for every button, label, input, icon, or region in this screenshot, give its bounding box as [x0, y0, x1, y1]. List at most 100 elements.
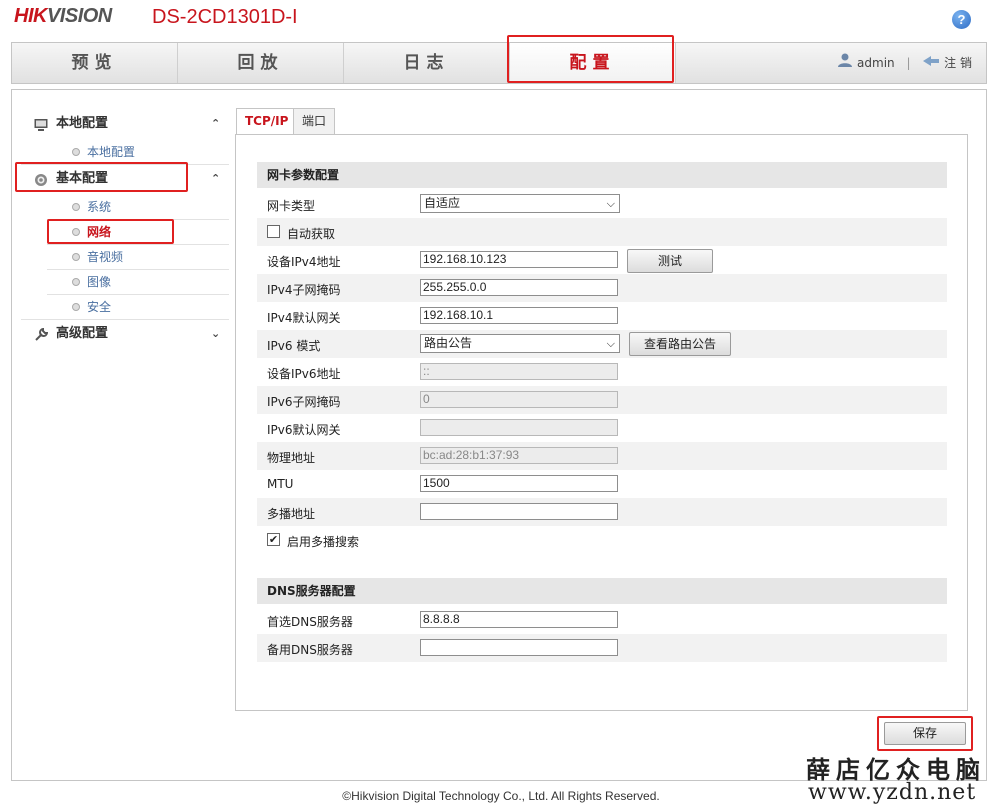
- user-icon: [837, 44, 853, 84]
- chevron-up-icon: ⌃: [211, 117, 221, 130]
- dhcp-checkbox[interactable]: [267, 225, 280, 238]
- user-area: admin | 注 销: [837, 43, 972, 84]
- logout-icon[interactable]: [922, 44, 940, 84]
- field-label: 网卡类型: [267, 199, 316, 213]
- field-label: 多播地址: [267, 507, 316, 521]
- chevron-up-icon: ⌃: [211, 172, 221, 185]
- row-ipv6-mode: IPv6 模式 路由公告 ⌵ 查看路由公告: [257, 330, 947, 358]
- row-mac: 物理地址 bc:ad:28:b1:37:93: [257, 442, 947, 470]
- sidebar-group-local[interactable]: 本地配置 ⌃: [21, 112, 229, 136]
- field-label: 自动获取: [287, 227, 336, 241]
- device-model: DS-2CD1301D-I: [152, 6, 298, 28]
- bullet-icon: [72, 203, 80, 211]
- field-label: 首选DNS服务器: [267, 615, 353, 629]
- username: admin: [857, 56, 895, 70]
- sidebar-item-image[interactable]: 图像: [47, 270, 229, 294]
- bullet-icon: [72, 148, 80, 156]
- user-separator: |: [906, 56, 911, 70]
- nav-tab-playback[interactable]: 回放: [178, 43, 344, 83]
- bullet-icon: [72, 253, 80, 261]
- field-label: IPv6默认网关: [267, 423, 341, 437]
- sidebar-item-local-config[interactable]: 本地配置: [47, 140, 229, 164]
- field-label: IPv4子网掩码: [267, 283, 341, 297]
- highlight-save-button: [877, 716, 973, 751]
- sidebar-group-advanced[interactable]: 高级配置 ⌄: [21, 322, 229, 346]
- tab-tcpip[interactable]: TCP/IP: [236, 108, 298, 135]
- chevron-down-icon: ⌄: [211, 327, 221, 340]
- sidebar-divider: [21, 319, 229, 320]
- dns-primary-input[interactable]: 8.8.8.8: [420, 611, 618, 628]
- wrench-icon: [34, 327, 49, 341]
- row-mtu: MTU 1500: [257, 470, 947, 498]
- brand-logo-hik: HIK: [14, 5, 47, 27]
- bullet-icon: [72, 303, 80, 311]
- field-label: 设备IPv6地址: [267, 367, 341, 381]
- field-label: IPv6 模式: [267, 339, 321, 353]
- monitor-icon: [34, 117, 48, 131]
- field-label: 备用DNS服务器: [267, 643, 353, 657]
- highlight-network-item: [47, 219, 174, 244]
- sidebar-item-label: 本地配置: [87, 145, 136, 159]
- nav-tab-log[interactable]: 日志: [344, 43, 510, 83]
- logout-link[interactable]: 注 销: [944, 56, 972, 70]
- ipv6-gateway-input: [420, 419, 618, 436]
- highlight-basic-config: [15, 162, 188, 192]
- ipv4-gateway-input[interactable]: 192.168.10.1: [420, 307, 618, 324]
- row-multicast-search: ✔ 启用多播搜索: [257, 526, 947, 554]
- brand-logo-vision: VISION: [46, 5, 112, 27]
- sidebar-group-label: 高级配置: [56, 326, 109, 341]
- mtu-input[interactable]: 1500: [420, 475, 618, 492]
- help-icon[interactable]: ?: [952, 10, 971, 29]
- row-dhcp: 自动获取: [257, 218, 947, 246]
- ipv6-mode-select[interactable]: 路由公告 ⌵: [420, 334, 620, 353]
- sidebar-item-system[interactable]: 系统: [47, 195, 229, 219]
- ipv6-address-input: ::: [420, 363, 618, 380]
- field-label: 启用多播搜索: [287, 535, 360, 549]
- field-label: MTU: [267, 477, 294, 491]
- sidebar-item-label: 安全: [87, 300, 112, 314]
- row-ipv4-addr: 设备IPv4地址 192.168.10.123 测试: [257, 246, 947, 274]
- highlight-config-tab: [507, 35, 674, 83]
- main-nav: 预览 回放 日志 配置 admin | 注 销: [11, 42, 987, 84]
- watermark-url: www.yzdn.net: [808, 780, 977, 805]
- sidebar-item-label: 图像: [87, 275, 112, 289]
- nic-type-select[interactable]: 自适应 ⌵: [420, 194, 620, 213]
- sidebar-item-label: 音视频: [87, 250, 124, 264]
- row-ipv6-gateway: IPv6默认网关: [257, 414, 947, 442]
- row-ipv6-addr: 设备IPv6地址 ::: [257, 358, 947, 386]
- nic-type-value: 自适应: [424, 196, 461, 210]
- test-button[interactable]: 测试: [627, 249, 713, 273]
- row-ipv4-gateway: IPv4默认网关 192.168.10.1: [257, 302, 947, 330]
- ipv4-address-input[interactable]: 192.168.10.123: [420, 251, 618, 268]
- sidebar-item-security[interactable]: 安全: [47, 295, 229, 319]
- field-label: IPv4默认网关: [267, 311, 341, 325]
- section-header-nic: 网卡参数配置: [257, 162, 947, 188]
- nav-tab-preview[interactable]: 预览: [12, 43, 178, 83]
- field-label: 物理地址: [267, 451, 316, 465]
- multicast-address-input[interactable]: [420, 503, 618, 520]
- mac-address-input: bc:ad:28:b1:37:93: [420, 447, 618, 464]
- row-dns-secondary: 备用DNS服务器: [257, 634, 947, 662]
- ipv4-mask-input[interactable]: 255.255.0.0: [420, 279, 618, 296]
- row-ipv4-mask: IPv4子网掩码 255.255.0.0: [257, 274, 947, 302]
- row-multicast: 多播地址: [257, 498, 947, 526]
- field-label: 设备IPv4地址: [267, 255, 341, 269]
- field-label: IPv6子网掩码: [267, 395, 341, 409]
- ipv6-mask-input: 0: [420, 391, 618, 408]
- bullet-icon: [72, 278, 80, 286]
- chevron-down-icon: ⌵: [606, 337, 615, 350]
- row-ipv6-mask: IPv6子网掩码 0: [257, 386, 947, 414]
- sidebar-item-label: 系统: [87, 200, 112, 214]
- section-header-dns: DNS服务器配置: [257, 578, 947, 604]
- row-dns-primary: 首选DNS服务器 8.8.8.8: [257, 606, 947, 634]
- sidebar-group-label: 本地配置: [56, 116, 109, 131]
- view-route-advert-button[interactable]: 查看路由公告: [629, 332, 731, 356]
- brand-logo: HIKVISION: [14, 5, 112, 28]
- chevron-down-icon: ⌵: [606, 197, 615, 210]
- tab-port[interactable]: 端口: [293, 108, 336, 135]
- row-nic-type: 网卡类型 自适应 ⌵: [257, 190, 947, 218]
- multicast-search-checkbox[interactable]: ✔: [267, 533, 280, 546]
- dns-secondary-input[interactable]: [420, 639, 618, 656]
- ipv6-mode-value: 路由公告: [424, 336, 473, 350]
- sidebar-item-audio-video[interactable]: 音视频: [47, 245, 229, 269]
